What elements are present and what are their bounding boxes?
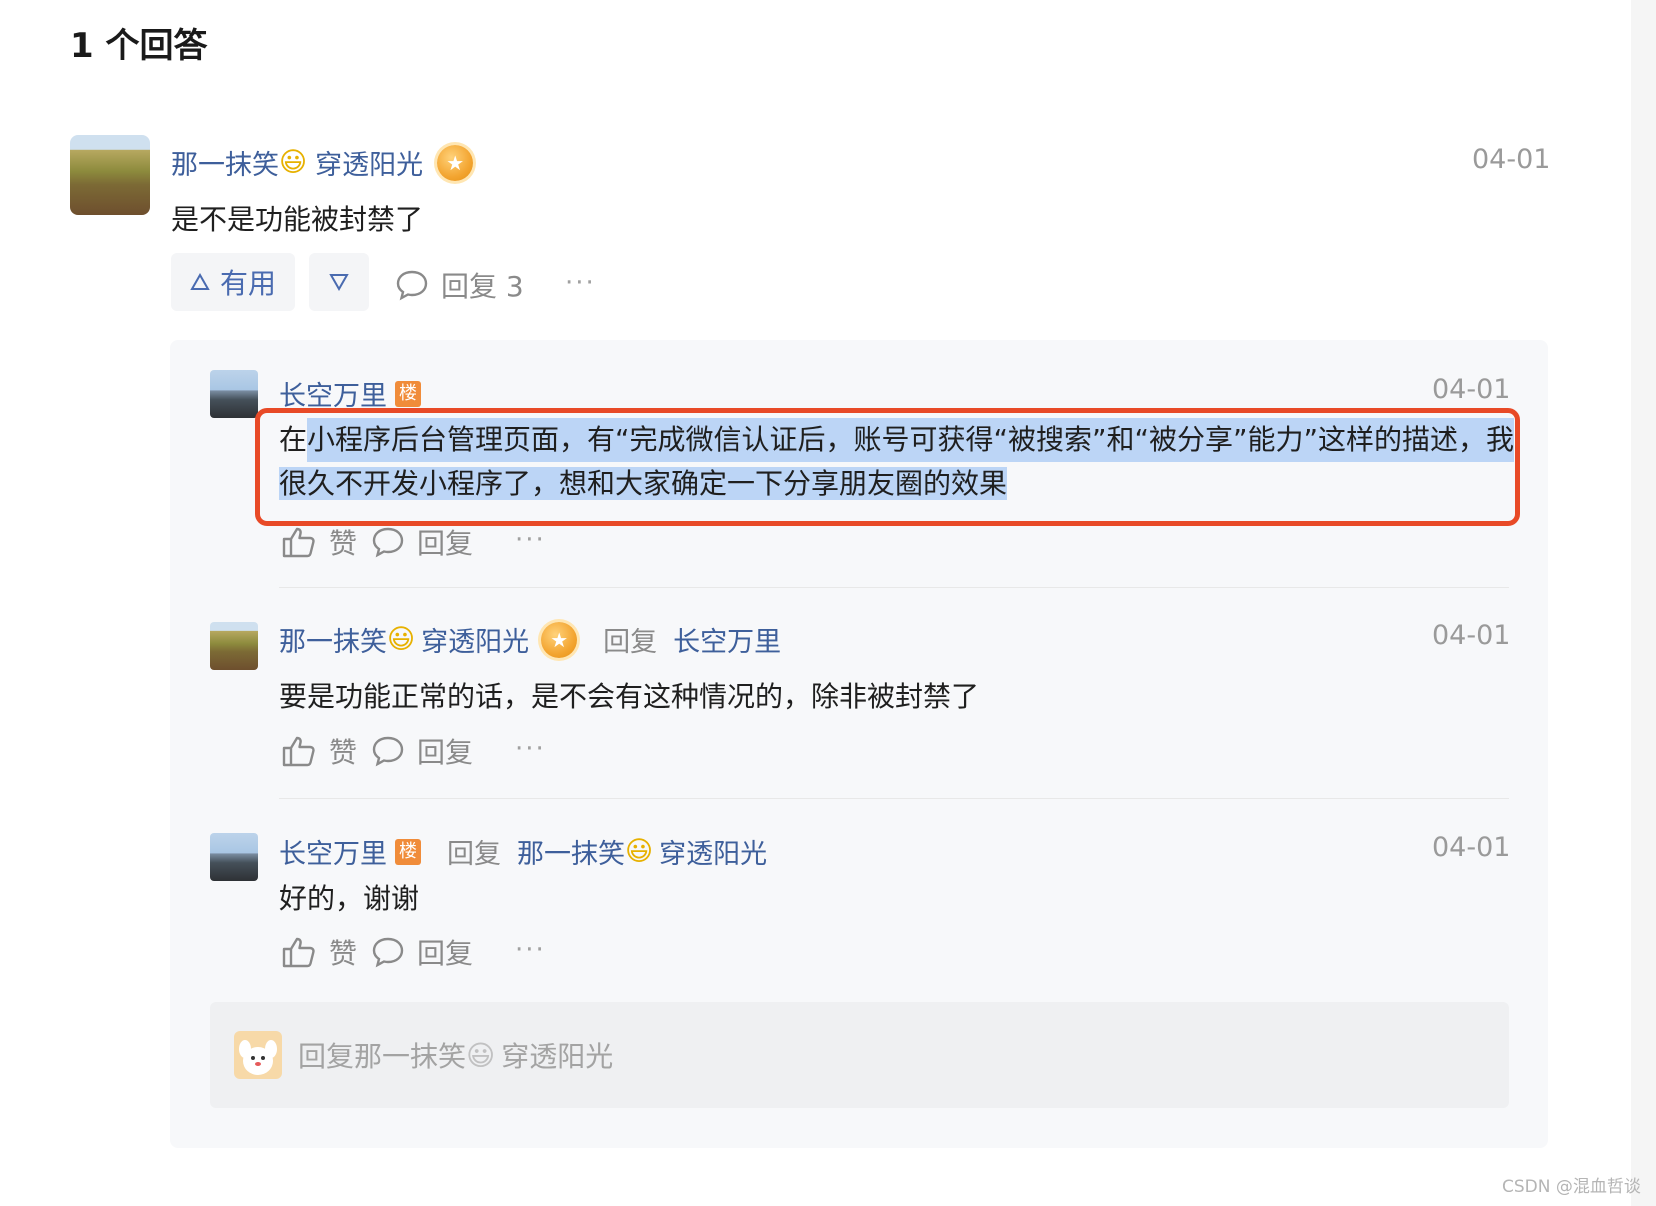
answer-author-name[interactable]: 那一抹笑 😃 穿透阳光 ★	[171, 143, 474, 182]
triangle-down-icon	[329, 274, 349, 291]
medal-icon: ★	[437, 144, 474, 181]
annotation-highlight-box	[255, 408, 1520, 526]
speech-bubble-icon	[372, 937, 404, 968]
comment-divider	[279, 798, 1509, 799]
smile-emoji-icon: 😃	[387, 624, 416, 655]
answer-reply-label: 回复 3	[441, 270, 524, 303]
reply-label: 回复	[417, 937, 474, 970]
reply-word: 回复	[447, 839, 501, 870]
reply-label: 回复	[417, 527, 474, 560]
comment-author-avatar[interactable]	[210, 622, 258, 670]
current-user-avatar	[234, 1031, 282, 1079]
reply-to-name: 长空万里	[673, 627, 782, 658]
author-name-suffix: 穿透阳光	[315, 150, 424, 181]
placeholder-suffix: 穿透阳光	[501, 1040, 614, 1073]
smile-emoji-icon: 😃	[466, 1038, 496, 1072]
watermark: CSDN @混血哲谈	[1502, 1177, 1641, 1197]
comment-reply-button[interactable]: 回复	[371, 522, 473, 562]
speech-bubble-icon	[396, 270, 428, 301]
floor-owner-badge: 楼	[395, 838, 421, 865]
comment-author-avatar[interactable]	[210, 370, 258, 418]
speech-bubble-icon	[372, 736, 404, 767]
answer-content: 是不是功能被封禁了	[171, 203, 424, 236]
triangle-up-icon	[190, 273, 210, 290]
like-button[interactable]: 赞	[281, 522, 357, 562]
answer-reply-button[interactable]: 回复 3	[395, 265, 524, 305]
smile-emoji-icon: 😃	[279, 147, 308, 178]
answer-author-avatar[interactable]	[70, 135, 150, 215]
thumbs-up-icon	[282, 937, 315, 968]
useful-label: 有用	[219, 267, 276, 300]
like-label: 赞	[329, 527, 358, 560]
comment-date: 04-01	[1432, 620, 1511, 651]
more-dots-icon[interactable]: ···	[565, 268, 596, 298]
comment-author-avatar[interactable]	[210, 833, 258, 881]
like-label: 赞	[329, 937, 358, 970]
thumbs-up-icon	[282, 736, 315, 767]
comment-reply-button[interactable]: 回复	[371, 731, 473, 771]
comment-date: 04-01	[1432, 832, 1511, 863]
answer-date: 04-01	[1472, 144, 1551, 175]
not-useful-button[interactable]	[309, 253, 369, 311]
comment-content: 好的，谢谢	[279, 882, 420, 915]
author-name-text: 那一抹笑	[171, 150, 279, 181]
author-name-text: 那一抹笑	[279, 627, 387, 658]
comment-reply-button[interactable]: 回复	[371, 932, 473, 972]
comment-date: 04-01	[1432, 374, 1511, 405]
thumbs-up-icon	[282, 527, 315, 558]
page-scroll-gutter	[1631, 0, 1656, 1206]
comment-content: 要是功能正常的话，是不会有这种情况的，除非被封禁了	[279, 680, 980, 713]
useful-button[interactable]: 有用	[171, 253, 295, 311]
comment-author-name[interactable]: 那一抹笑 😃 穿透阳光 ★ 回复 长空万里	[279, 620, 781, 659]
like-button[interactable]: 赞	[281, 731, 357, 771]
reply-input[interactable]: 回复那一抹笑 😃 穿透阳光	[210, 1002, 1509, 1108]
like-label: 赞	[329, 736, 358, 769]
more-dots-icon[interactable]: ···	[515, 525, 546, 555]
author-name-suffix: 穿透阳光	[421, 627, 530, 658]
author-name-text: 长空万里	[279, 839, 387, 870]
reply-placeholder: 回复那一抹笑 😃 穿透阳光	[298, 1035, 613, 1075]
comment-author-name[interactable]: 长空万里 楼 回复 那一抹笑 😃 穿透阳光	[279, 832, 767, 871]
reply-to-name: 那一抹笑	[517, 839, 625, 870]
speech-bubble-icon	[372, 527, 404, 558]
more-dots-icon[interactable]: ···	[515, 734, 546, 764]
comment-divider	[279, 587, 1509, 588]
reply-to-suffix: 穿透阳光	[659, 839, 768, 870]
reply-label: 回复	[417, 736, 474, 769]
reply-word: 回复	[603, 627, 658, 658]
smile-emoji-icon: 😃	[625, 836, 654, 867]
more-dots-icon[interactable]: ···	[515, 935, 546, 965]
dog-avatar-icon	[239, 1040, 277, 1075]
placeholder-text: 回复那一抹笑	[298, 1040, 467, 1073]
floor-owner-badge: 楼	[395, 380, 421, 407]
like-button[interactable]: 赞	[281, 932, 357, 972]
medal-icon: ★	[541, 621, 578, 658]
answer-count-heading: 1 个回答	[70, 26, 208, 66]
